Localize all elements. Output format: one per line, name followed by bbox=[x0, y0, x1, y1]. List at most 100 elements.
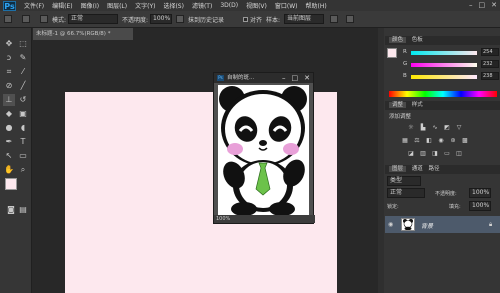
menu-filter[interactable]: 滤镜(T) bbox=[192, 1, 212, 10]
selective-color-icon[interactable]: ◫ bbox=[455, 150, 463, 157]
layer-row[interactable]: ◉ 背景 🔒︎ bbox=[385, 216, 500, 233]
photo-filter-icon[interactable]: ◉ bbox=[437, 137, 445, 144]
menu-window[interactable]: 窗口(W) bbox=[275, 1, 298, 10]
sample-select[interactable]: 当前图层 bbox=[284, 14, 324, 24]
pen-tool-icon[interactable]: ✒ bbox=[3, 136, 15, 148]
image-minimize-icon[interactable]: – bbox=[282, 73, 286, 83]
tab-swatches[interactable]: 色板 bbox=[412, 37, 423, 43]
channel-g-value[interactable]: 232 bbox=[481, 60, 499, 68]
menu-select[interactable]: 选择(S) bbox=[163, 1, 184, 10]
layer-opacity-field[interactable]: 100% bbox=[469, 188, 491, 198]
eyedropper-tool-icon[interactable]: ⁄ bbox=[17, 66, 29, 78]
blur-tool-icon[interactable]: ● bbox=[3, 122, 15, 134]
tab-paths[interactable]: 路径 bbox=[429, 166, 440, 172]
menu-edit[interactable]: 编辑(E) bbox=[52, 1, 72, 10]
color-spectrum-bar[interactable] bbox=[389, 91, 497, 97]
hand-tool-icon[interactable]: ✋ bbox=[3, 164, 15, 176]
healing-brush-tool-icon[interactable]: ⊘ bbox=[3, 80, 15, 92]
color-slider-b: B 238 bbox=[387, 72, 499, 81]
gradient-map-icon[interactable]: ▭ bbox=[443, 150, 451, 157]
add-adjustment-heading: 添加调整 bbox=[389, 114, 412, 120]
layers-panel-tabs: 图层 通道 路径 bbox=[385, 165, 500, 174]
hue-saturation-icon[interactable]: ▦ bbox=[401, 137, 409, 144]
history-brush-tool-icon[interactable]: ↺ bbox=[17, 94, 29, 106]
image-maximize-icon[interactable]: □ bbox=[292, 73, 299, 83]
posterize-icon[interactable]: ▥ bbox=[419, 150, 427, 157]
sample-label: 样本: bbox=[266, 17, 281, 24]
move-tool-icon[interactable]: ✥ bbox=[3, 38, 15, 50]
image-window[interactable]: Ps 自制的斑... – □ ✕ 100% bbox=[213, 72, 315, 224]
align-checkbox[interactable] bbox=[243, 17, 248, 22]
close-icon[interactable]: ✕ bbox=[491, 1, 497, 9]
menu-help[interactable]: 帮助(H) bbox=[306, 1, 327, 10]
eraser-tool-icon[interactable]: ◆ bbox=[3, 108, 15, 120]
menu-image[interactable]: 图像(I) bbox=[81, 1, 99, 10]
threshold-icon[interactable]: ◨ bbox=[431, 150, 439, 157]
tab-adjustments[interactable]: 调整 bbox=[389, 102, 407, 108]
menu-3d[interactable]: 3D(D) bbox=[220, 2, 238, 9]
black-white-icon[interactable]: ◧ bbox=[425, 137, 433, 144]
shape-tool-icon[interactable]: ▭ bbox=[17, 150, 29, 162]
minimize-icon[interactable]: – bbox=[469, 1, 473, 9]
foreground-color-swatch[interactable] bbox=[5, 178, 17, 190]
invert-icon[interactable]: ◪ bbox=[407, 150, 415, 157]
document-tab[interactable]: 未标题-1 @ 66.7%(RGB/8) * bbox=[33, 28, 133, 40]
type-tool-icon[interactable]: T bbox=[17, 136, 29, 148]
layer-lock-icon: 🔒︎ bbox=[489, 221, 493, 228]
color-lookup-icon[interactable]: ▩ bbox=[461, 137, 469, 144]
color-balance-icon[interactable]: ⚖ bbox=[413, 137, 421, 144]
crop-tool-icon[interactable]: ⌗ bbox=[3, 66, 15, 78]
menu-view[interactable]: 视图(V) bbox=[246, 1, 267, 10]
screen-mode-icon[interactable]: ▤ bbox=[17, 204, 29, 216]
pressure-opacity-icon[interactable] bbox=[176, 15, 184, 23]
channel-r-slider[interactable] bbox=[411, 51, 477, 55]
exposure-icon[interactable]: ◩ bbox=[443, 124, 451, 131]
tab-styles[interactable]: 样式 bbox=[412, 102, 423, 108]
channel-b-slider[interactable] bbox=[411, 75, 477, 79]
layer-fill-field[interactable]: 100% bbox=[469, 201, 491, 211]
gradient-tool-icon[interactable]: ▣ bbox=[17, 108, 29, 120]
mode-select[interactable]: 正常 bbox=[68, 14, 118, 24]
pressure-size-icon[interactable] bbox=[346, 15, 354, 23]
brush-panel-icon[interactable] bbox=[40, 15, 48, 23]
marquee-tool-icon[interactable]: ⬚ bbox=[17, 38, 29, 50]
menu-layer[interactable]: 图层(L) bbox=[107, 1, 127, 10]
lasso-tool-icon[interactable]: ↄ bbox=[3, 52, 15, 64]
clone-stamp-preset-icon[interactable] bbox=[4, 15, 12, 23]
dodge-tool-icon[interactable]: ◖ bbox=[17, 122, 29, 134]
layer-blend-mode[interactable]: 正常 bbox=[387, 188, 425, 198]
menu-type[interactable]: 文字(Y) bbox=[135, 1, 155, 10]
tab-layers[interactable]: 图层 bbox=[389, 166, 407, 172]
menu-file[interactable]: 文件(F) bbox=[24, 1, 44, 10]
brush-preset-icon[interactable] bbox=[22, 15, 30, 23]
brush-tool-icon[interactable]: ╱ bbox=[17, 80, 29, 92]
image-close-icon[interactable]: ✕ bbox=[304, 73, 310, 83]
brightness-icon[interactable]: ☼ bbox=[407, 124, 415, 131]
quick-select-tool-icon[interactable]: ✎ bbox=[17, 52, 29, 64]
channel-b-value[interactable]: 238 bbox=[481, 72, 499, 80]
adjustments-panel-tabs: 调整 样式 bbox=[385, 101, 500, 110]
channel-r-value[interactable]: 254 bbox=[481, 48, 499, 56]
channel-g-slider[interactable] bbox=[411, 63, 477, 67]
erase-history-label: 抹到历史记录 bbox=[188, 17, 225, 24]
ignore-adjustment-layers-icon[interactable] bbox=[330, 15, 338, 23]
maximize-icon[interactable]: □ bbox=[479, 1, 486, 9]
levels-icon[interactable]: ▙ bbox=[419, 124, 427, 131]
clone-stamp-tool-icon[interactable]: ⊥ bbox=[3, 94, 15, 106]
channel-mixer-icon[interactable]: ⊛ bbox=[449, 137, 457, 144]
vibrance-icon[interactable]: ▽ bbox=[455, 124, 463, 131]
image-window-title: 自制的斑... bbox=[227, 75, 255, 81]
quick-mask-icon[interactable]: ◙ bbox=[5, 204, 17, 216]
image-window-titlebar[interactable]: Ps 自制的斑... – □ ✕ bbox=[214, 73, 313, 83]
path-select-tool-icon[interactable]: ↖ bbox=[3, 150, 15, 162]
tab-channels[interactable]: 通道 bbox=[412, 166, 423, 172]
layer-kind-filter[interactable]: 类型 bbox=[387, 176, 421, 186]
tab-color[interactable]: 颜色 bbox=[389, 37, 407, 43]
curves-icon[interactable]: ∿ bbox=[431, 124, 439, 131]
opacity-field[interactable]: 100% bbox=[150, 14, 172, 24]
collapsed-panel-strip bbox=[378, 28, 384, 293]
zoom-tool-icon[interactable]: ⌕ bbox=[17, 164, 29, 176]
layer-visibility-eye-icon[interactable]: ◉ bbox=[388, 221, 393, 228]
panda-illustration bbox=[219, 86, 307, 215]
channel-b-label: B bbox=[403, 73, 407, 79]
